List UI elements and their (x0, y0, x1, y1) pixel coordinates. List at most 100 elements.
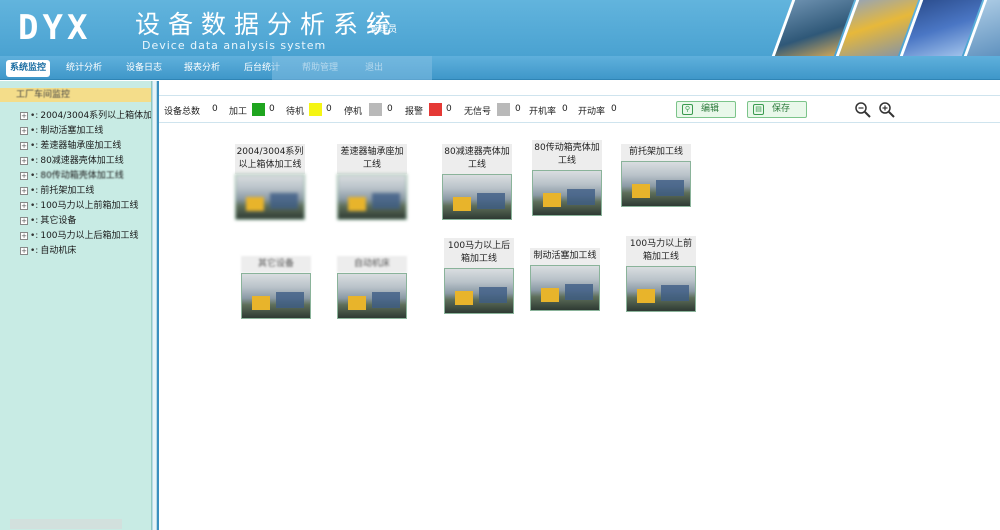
sidebar-item-80-transmission[interactable]: + •: 80传动箱壳体加工线 (20, 169, 124, 183)
sidebar-item-label: 差速器轴承座加工线 (40, 141, 122, 151)
sidebar-item-label: 自动机床 (40, 246, 77, 256)
node-icon: •: (30, 231, 39, 241)
sidebar-item-other-equipment[interactable]: + •: 其它设备 (20, 214, 76, 228)
machine-label: 制动活塞加工线 (530, 248, 600, 265)
nosignal-label: 无信号 (464, 107, 492, 117)
shutdown-swatch (369, 103, 382, 116)
sidebar-item-label: 80传动箱壳体加工线 (40, 171, 124, 181)
sidebar-item-brake-piston[interactable]: + •: 制动活塞加工线 (20, 124, 103, 138)
tab-system-monitor[interactable]: 系统监控 (6, 60, 50, 77)
nav-dropdown-overlay (272, 56, 432, 80)
machine-photo (626, 266, 696, 312)
node-icon: •: (30, 186, 39, 196)
machine-label: 其它设备 (241, 256, 311, 273)
zoom-out-icon[interactable] (854, 101, 872, 119)
nosignal-swatch (497, 103, 510, 116)
processing-label: 加工 (229, 107, 248, 117)
alarm-value: 0 (446, 104, 452, 114)
node-icon: •: (30, 156, 39, 166)
machine-photo (235, 174, 305, 220)
poweron-rate-label: 开机率 (529, 107, 557, 117)
tab-report-analysis[interactable]: 报表分析 (180, 60, 224, 77)
machine-label: 自动机床 (337, 256, 407, 273)
standby-value: 0 (326, 104, 332, 114)
sidebar-item-label: 其它设备 (40, 216, 77, 226)
machine-card-100hp-front-box[interactable]: 100马力以上前箱加工线 (626, 236, 696, 312)
node-icon: •: (30, 216, 39, 226)
machine-photo (621, 161, 691, 207)
expand-icon[interactable]: + (20, 126, 28, 135)
tab-device-log[interactable]: 设备日志 (122, 60, 166, 77)
node-icon: •: (30, 201, 39, 211)
standby-label: 待机 (286, 107, 305, 117)
sidebar-item-label: 100马力以上前箱加工线 (40, 201, 139, 211)
tab-statistics[interactable]: 统计分析 (62, 60, 106, 77)
machine-card-box-2004[interactable]: 2004/3004系列以上箱体加工线 (235, 144, 305, 220)
expand-icon[interactable]: + (20, 246, 28, 255)
sidebar-item-100hp-rear-box[interactable]: + •: 100马力以上后箱加工线 (20, 229, 139, 243)
save-button-label: 保存 (772, 104, 791, 114)
sidebar-item-front-bracket[interactable]: + •: 前托架加工线 (20, 184, 94, 198)
expand-icon[interactable]: + (20, 216, 28, 225)
sidebar-item-differential-bearing[interactable]: + •: 差速器轴承座加工线 (20, 139, 121, 153)
machine-card-80-reducer[interactable]: 80减速器壳体加工线 (442, 144, 512, 220)
tree-root-label: 工厂车间监控 (16, 90, 71, 100)
sidebar-item-label: 制动活塞加工线 (40, 126, 104, 136)
sidebar-item-80-reducer[interactable]: + •: 80减速器壳体加工线 (20, 154, 124, 168)
machine-label: 前托架加工线 (621, 144, 691, 161)
expand-icon[interactable]: + (20, 156, 28, 165)
expand-icon[interactable]: + (20, 111, 28, 120)
machine-card-front-bracket[interactable]: 前托架加工线 (621, 144, 691, 207)
sidebar-item-100hp-front-box[interactable]: + •: 100马力以上前箱加工线 (20, 199, 139, 213)
machine-photo (532, 170, 602, 216)
machine-card-80-transmission[interactable]: 80传动箱壳体加工线 (532, 140, 602, 216)
logo: DYX (18, 8, 92, 48)
tree-root[interactable]: 工厂车间监控 (0, 88, 151, 102)
save-button[interactable]: ▤ 保存 (747, 101, 807, 118)
tab-logout[interactable]: 退出 (354, 60, 394, 77)
main-nav: 系统监控 统计分析 设备日志 报表分析 后台统计 帮助管理 退出 (0, 56, 1000, 80)
expand-icon[interactable]: + (20, 201, 28, 210)
expand-icon[interactable]: + (20, 231, 28, 240)
machine-label: 80传动箱壳体加工线 (532, 140, 602, 170)
sidebar-item-label: 100马力以上后箱加工线 (40, 231, 139, 241)
poweron-rate-value: 0 (562, 104, 568, 114)
total-value: 0 (212, 104, 218, 114)
save-icon: ▤ (753, 104, 764, 115)
tab-help[interactable]: 帮助管理 (298, 60, 342, 77)
node-icon: •: (30, 111, 39, 121)
machine-photo (530, 265, 600, 311)
machine-card-differential-bearing[interactable]: 差速器轴承座加工线 (337, 144, 407, 220)
node-icon: •: (30, 171, 39, 181)
header-photo-strip (764, 0, 1000, 56)
edit-search-icon: ⚲ (682, 104, 693, 115)
expand-icon[interactable]: + (20, 141, 28, 150)
sidebar-scroll-region (10, 519, 122, 529)
zoom-in-icon[interactable] (878, 101, 896, 119)
machine-label: 100马力以上前箱加工线 (626, 236, 696, 266)
sidebar-item-automatic-machine[interactable]: + •: 自动机床 (20, 244, 76, 258)
machine-card-other-equipment[interactable]: 其它设备 (241, 256, 311, 319)
standby-swatch (309, 103, 322, 116)
node-icon: •: (30, 126, 39, 136)
machine-card-brake-piston[interactable]: 制动活塞加工线 (530, 248, 600, 311)
total-label: 设备总数 (164, 107, 201, 117)
status-toolbar: 设备总数 0 加工 0 待机 0 停机 0 报警 0 无信号 0 开机率 0 开… (159, 95, 1000, 123)
machine-label: 差速器轴承座加工线 (337, 144, 407, 174)
sidebar-item-box-2004[interactable]: + •: 2004/3004系列以上箱体加 (20, 109, 151, 123)
machine-photo (337, 273, 407, 319)
edit-button[interactable]: ⚲ 编辑 (676, 101, 736, 118)
machine-card-100hp-rear-box[interactable]: 100马力以上后箱加工线 (444, 238, 514, 314)
machine-label: 2004/3004系列以上箱体加工线 (235, 144, 305, 174)
shutdown-label: 停机 (344, 107, 363, 117)
expand-icon[interactable]: + (20, 186, 28, 195)
system-title: 设备数据分析系统 (135, 10, 400, 39)
machine-card-automatic-machine[interactable]: 自动机床 (337, 256, 407, 319)
edit-button-label: 编辑 (701, 104, 720, 114)
main-panel: 设备总数 0 加工 0 待机 0 停机 0 报警 0 无信号 0 开机率 0 开… (157, 81, 1000, 530)
expand-icon[interactable]: + (20, 171, 28, 180)
system-subtitle: Device data analysis system (142, 39, 327, 52)
node-icon: •: (30, 141, 39, 151)
sidebar-tree: 工厂车间监控 + •: 2004/3004系列以上箱体加 + •: 制动活塞加工线 + •… (0, 81, 152, 530)
operating-rate-value: 0 (611, 104, 617, 114)
